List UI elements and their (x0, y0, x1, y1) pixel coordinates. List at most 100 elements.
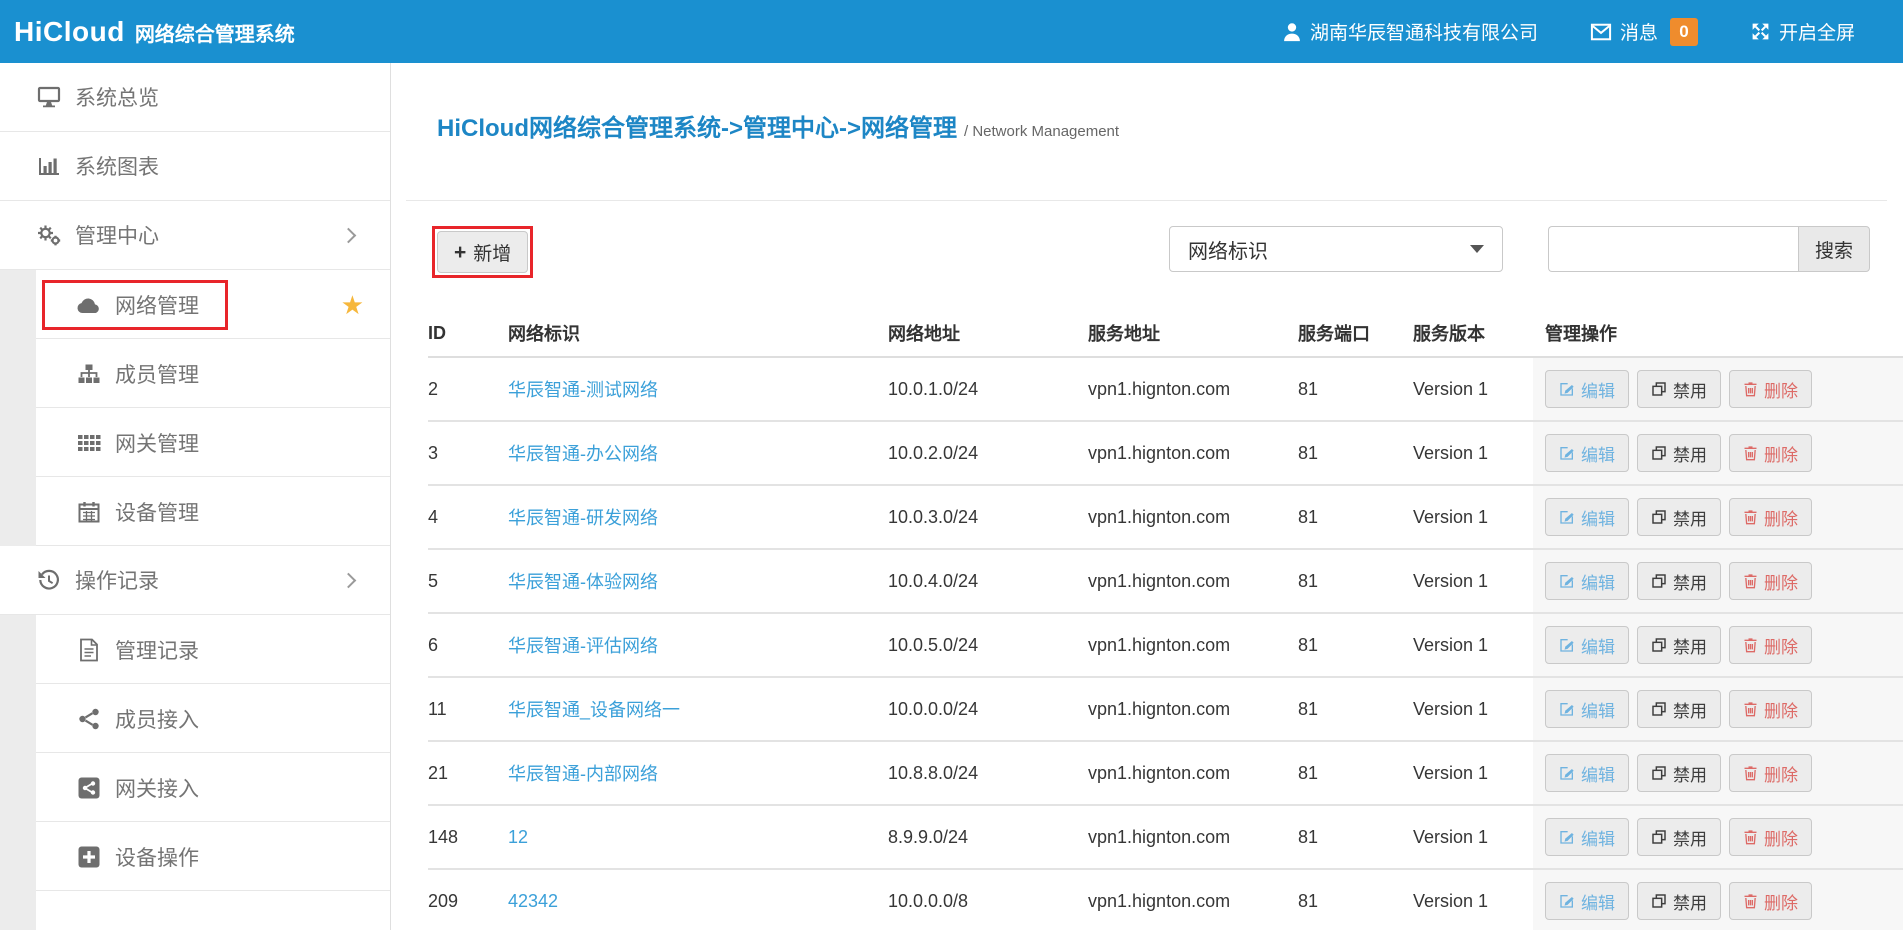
trash-icon (1743, 637, 1758, 653)
network-name-link[interactable]: 42342 (508, 891, 558, 912)
edit-button[interactable]: 编辑 (1545, 434, 1629, 472)
trash-icon (1743, 573, 1758, 589)
cell-service-address: vpn1.hignton.com (1088, 678, 1298, 740)
cell-actions: 编辑禁用删除 (1533, 614, 1903, 676)
disable-button[interactable]: 禁用 (1637, 498, 1721, 536)
network-name-link[interactable]: 华辰智通-办公网络 (508, 440, 658, 466)
network-name-link[interactable]: 华辰智通-体验网络 (508, 568, 658, 594)
chevron-right-icon (341, 573, 357, 589)
sidebar-item-gateway-access[interactable]: 网关接入 (0, 753, 390, 822)
sidebar-item-label: 网关管理 (115, 428, 199, 458)
cell-id: 6 (428, 614, 508, 676)
sidebar-item-network-mgmt[interactable]: 网络管理 (0, 270, 390, 339)
sidebar-item-admin-records[interactable]: 管理记录 (0, 615, 390, 684)
delete-button[interactable]: 删除 (1729, 498, 1812, 536)
sidebar-item-label: 系统图表 (75, 151, 159, 181)
sidebar-item-member-mgmt[interactable]: 成员管理 (0, 339, 390, 408)
network-name-link[interactable]: 华辰智通-评估网络 (508, 632, 658, 658)
delete-button[interactable]: 删除 (1729, 434, 1812, 472)
cell-id: 209 (428, 870, 508, 930)
app-logo: HiCloud 网络综合管理系统 (14, 16, 295, 48)
sidebar-item-label: 管理中心 (75, 220, 159, 250)
cell-service-address: vpn1.hignton.com (1088, 870, 1298, 930)
sidebar-item-member-access[interactable]: 成员接入 (0, 684, 390, 753)
disable-button[interactable]: 禁用 (1637, 882, 1721, 920)
table-row: 21华辰智通-内部网络10.8.8.0/24vpn1.hignton.com81… (428, 742, 1903, 806)
cell-name: 华辰智通-内部网络 (508, 742, 888, 804)
cell-service-version: Version 1 (1413, 614, 1533, 676)
trash-icon (1743, 509, 1758, 525)
star-icon[interactable] (341, 292, 364, 318)
delete-button[interactable]: 删除 (1729, 370, 1812, 408)
disable-button[interactable]: 禁用 (1637, 434, 1721, 472)
disable-button[interactable]: 禁用 (1637, 626, 1721, 664)
annotation-highlight-sidebar: 网络管理 (42, 280, 228, 330)
column-header: 管理操作 (1533, 310, 1903, 356)
network-name-link[interactable]: 12 (508, 827, 528, 848)
network-name-link[interactable]: 华辰智通-内部网络 (508, 760, 658, 786)
delete-button[interactable]: 删除 (1729, 690, 1812, 728)
clone-icon (1651, 573, 1667, 589)
grid-icon (76, 432, 102, 454)
network-name-link[interactable]: 华辰智通-测试网络 (508, 376, 658, 402)
cell-network-address: 10.0.0.0/8 (888, 870, 1088, 930)
cell-service-port: 81 (1298, 486, 1413, 548)
network-table: ID网络标识网络地址服务地址服务端口服务版本管理操作 2华辰智通-测试网络10.… (428, 310, 1903, 930)
sidebar-item-device-ops[interactable]: 设备操作 (0, 822, 390, 891)
cell-network-address: 10.0.4.0/24 (888, 550, 1088, 612)
sidebar-item-gateway-mgmt[interactable]: 网关管理 (0, 408, 390, 477)
topbar-right: 湖南华辰智通科技有限公司 消息 0 开启全屏 (1282, 18, 1855, 46)
cell-name: 12 (508, 806, 888, 868)
delete-button[interactable]: 删除 (1729, 818, 1812, 856)
cell-network-address: 10.8.8.0/24 (888, 742, 1088, 804)
share-icon (76, 707, 102, 731)
filter-select[interactable]: 网络标识 (1169, 226, 1503, 272)
fullscreen-button[interactable]: 开启全屏 (1750, 18, 1855, 45)
sidebar-item-device-mgmt[interactable]: 设备管理 (0, 477, 390, 546)
disable-button[interactable]: 禁用 (1637, 370, 1721, 408)
edit-icon (1559, 445, 1575, 461)
trash-icon (1743, 445, 1758, 461)
share-square-icon (76, 776, 102, 800)
search-input[interactable] (1548, 226, 1798, 272)
delete-button[interactable]: 删除 (1729, 626, 1812, 664)
main-content: HiCloud网络综合管理系统->管理中心->网络管理/ Network Man… (391, 63, 1903, 930)
cell-actions: 编辑禁用删除 (1533, 806, 1903, 868)
column-header: 网络标识 (508, 310, 888, 356)
network-name-link[interactable]: 华辰智通-研发网络 (508, 504, 658, 530)
disable-button[interactable]: 禁用 (1637, 690, 1721, 728)
cell-service-version: Version 1 (1413, 486, 1533, 548)
edit-button[interactable]: 编辑 (1545, 626, 1629, 664)
edit-button[interactable]: 编辑 (1545, 818, 1629, 856)
add-button[interactable]: 新增 (437, 231, 528, 273)
search-button[interactable]: 搜索 (1798, 226, 1870, 272)
delete-button[interactable]: 删除 (1729, 754, 1812, 792)
edit-button[interactable]: 编辑 (1545, 562, 1629, 600)
edit-button[interactable]: 编辑 (1545, 690, 1629, 728)
cell-network-address: 10.0.3.0/24 (888, 486, 1088, 548)
company-menu[interactable]: 湖南华辰智通科技有限公司 (1282, 18, 1538, 45)
clone-icon (1651, 445, 1667, 461)
sidebar-item-admin-center[interactable]: 管理中心 (0, 201, 390, 270)
sidebar-item-system-charts[interactable]: 系统图表 (0, 132, 390, 201)
delete-button[interactable]: 删除 (1729, 882, 1812, 920)
network-name-link[interactable]: 华辰智通_设备网络一 (508, 696, 680, 722)
cell-network-address: 8.9.9.0/24 (888, 806, 1088, 868)
edit-button[interactable]: 编辑 (1545, 370, 1629, 408)
disable-button[interactable]: 禁用 (1637, 818, 1721, 856)
cell-service-version: Version 1 (1413, 742, 1533, 804)
messages-button[interactable]: 消息 0 (1590, 18, 1698, 46)
cell-network-address: 10.0.0.0/24 (888, 678, 1088, 740)
edit-button[interactable]: 编辑 (1545, 498, 1629, 536)
cell-service-address: vpn1.hignton.com (1088, 614, 1298, 676)
disable-button[interactable]: 禁用 (1637, 754, 1721, 792)
edit-button[interactable]: 编辑 (1545, 882, 1629, 920)
edit-button[interactable]: 编辑 (1545, 754, 1629, 792)
sidebar-item-op-records[interactable]: 操作记录 (0, 546, 390, 615)
sidebar-item-system-overview[interactable]: 系统总览 (0, 63, 390, 132)
trash-icon (1743, 381, 1758, 397)
cell-service-port: 81 (1298, 614, 1413, 676)
plus-icon (454, 242, 466, 263)
disable-button[interactable]: 禁用 (1637, 562, 1721, 600)
delete-button[interactable]: 删除 (1729, 562, 1812, 600)
